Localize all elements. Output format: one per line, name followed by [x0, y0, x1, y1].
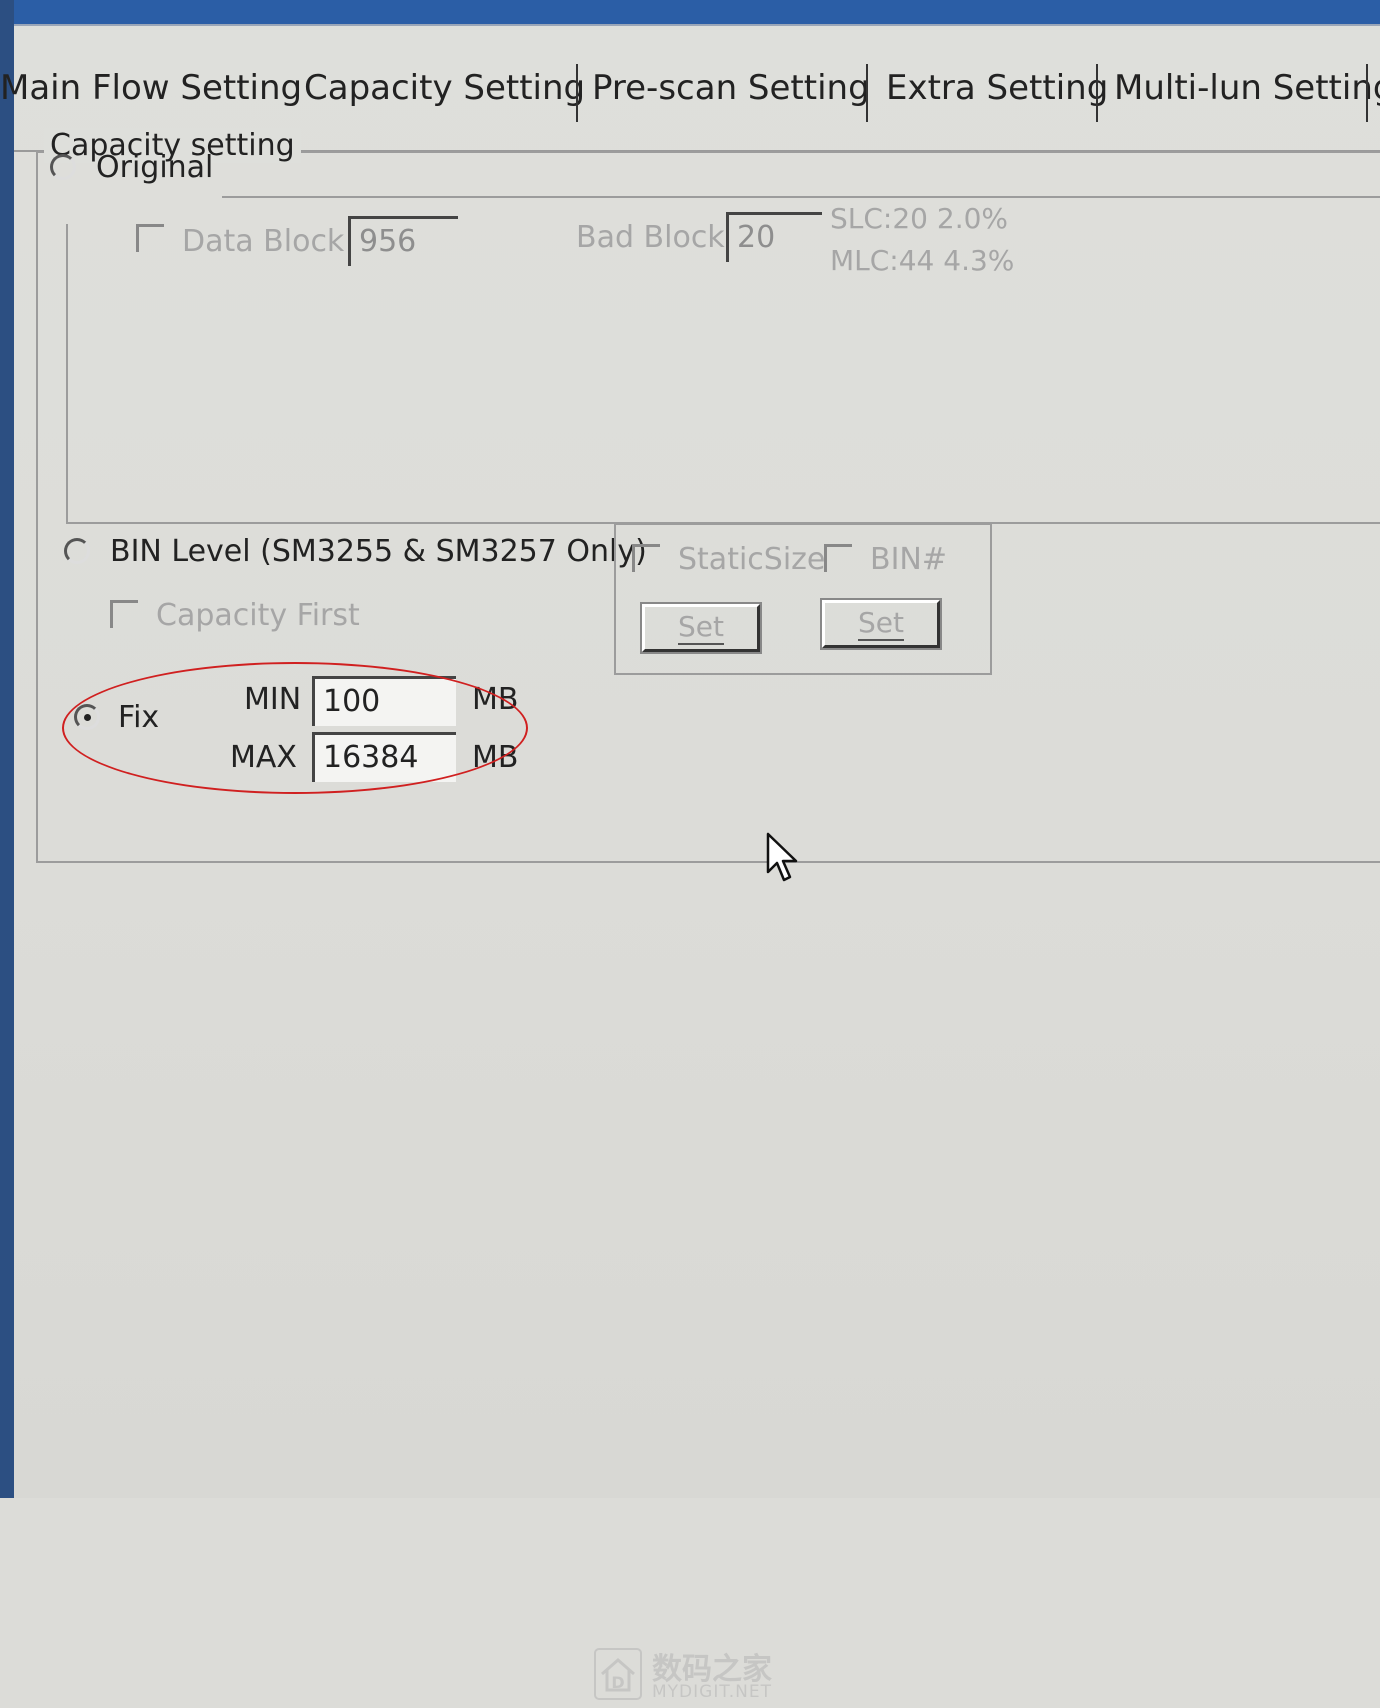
bin-level-radio[interactable] [64, 538, 90, 564]
tab-extra-setting[interactable]: Extra Setting [886, 58, 1108, 118]
slc-info: SLC:20 2.0% [830, 202, 1009, 235]
window-left-edge [0, 0, 14, 1498]
tab-separator [866, 64, 868, 122]
original-group-line [222, 196, 1380, 198]
bin-level-label: BIN Level (SM3255 & SM3257 Only) [110, 534, 647, 569]
mlc-info: MLC:44 4.3% [830, 244, 1015, 277]
static-size-label: StaticSize [678, 542, 826, 577]
svg-text:D: D [611, 1673, 624, 1692]
capacity-first-label: Capacity First [156, 598, 360, 633]
set-button-label: Set [678, 610, 724, 645]
bad-block-input[interactable]: 20 [726, 212, 822, 262]
tab-pre-scan-setting[interactable]: Pre-scan Setting [592, 58, 870, 118]
binx-set-button[interactable]: Set [820, 598, 942, 650]
house-logo-icon: D [594, 1648, 642, 1700]
capacity-first-checkbox[interactable] [110, 600, 138, 628]
binx-label: BIN# [870, 542, 948, 577]
annotation-ellipse [62, 662, 528, 794]
tab-separator [576, 64, 578, 122]
capacity-setting-panel: Main Flow Setting Capacity Setting Pre-s… [0, 26, 1380, 1702]
tab-capacity-setting[interactable]: Capacity Setting [304, 58, 585, 118]
tab-separator [1096, 64, 1098, 122]
set-button-label: Set [858, 606, 904, 641]
static-size-checkbox[interactable] [632, 544, 660, 572]
watermark: D 数码之家 MYDIGIT.NET [594, 1648, 794, 1708]
data-block-input[interactable]: 956 [348, 216, 458, 266]
tab-multi-lun-setting[interactable]: Multi-lun Setting [1114, 58, 1380, 118]
original-label: Original [96, 150, 214, 185]
tab-bar: Main Flow Setting Capacity Setting Pre-s… [0, 58, 1380, 152]
window-top-edge [0, 0, 1380, 26]
static-size-set-button[interactable]: Set [640, 602, 762, 654]
watermark-en: MYDIGIT.NET [652, 1682, 772, 1702]
original-group-box [66, 224, 1380, 524]
data-block-label: Data Block [182, 224, 345, 259]
binx-checkbox[interactable] [824, 544, 852, 572]
data-block-checkbox[interactable] [136, 224, 164, 252]
tab-main-flow-setting[interactable]: Main Flow Setting [0, 58, 302, 118]
tab-separator [1366, 64, 1368, 122]
original-radio[interactable] [50, 154, 76, 180]
bad-block-label: Bad Block [576, 220, 725, 255]
mouse-pointer-icon [766, 832, 798, 882]
